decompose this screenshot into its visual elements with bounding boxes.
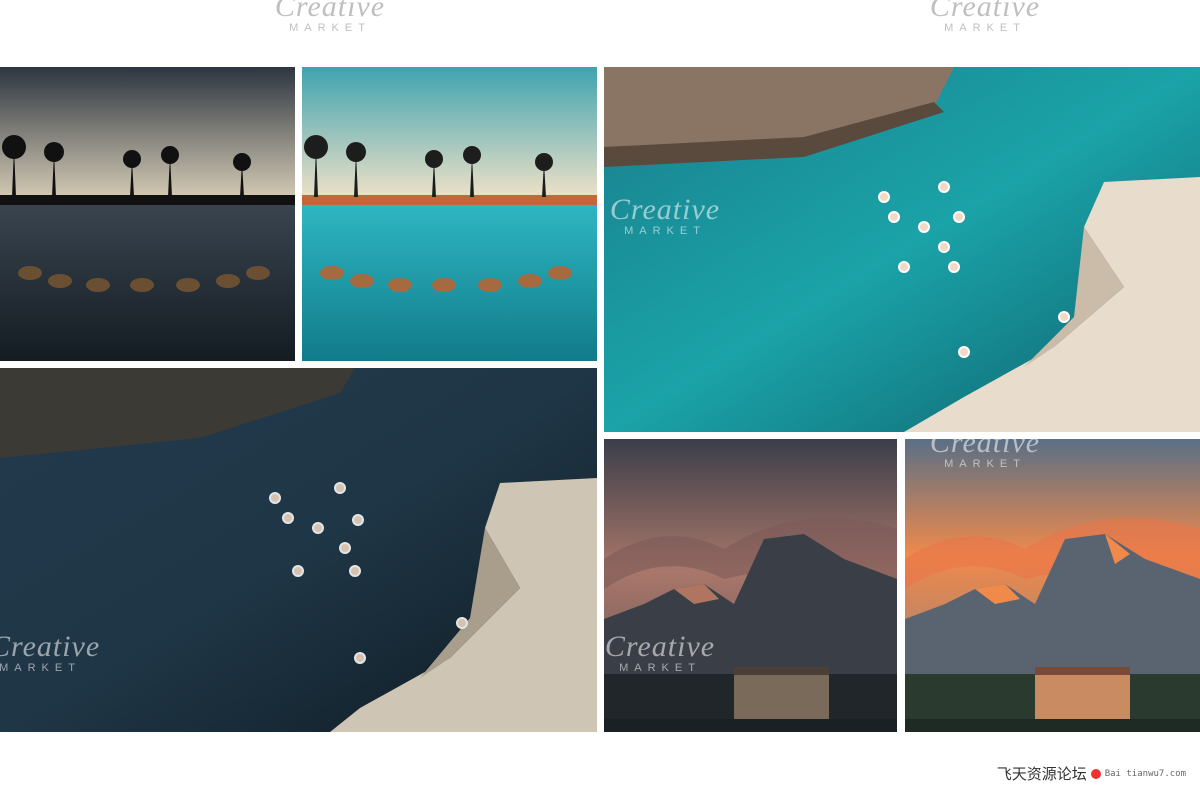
site-watermark-url: Bai tianwu7.com	[1104, 768, 1186, 779]
photo-swimmers-dark	[0, 368, 597, 732]
site-watermark: 飞天资源论坛 Bai tianwu7.com	[997, 763, 1186, 784]
photo-mountains-muted	[604, 439, 897, 732]
red-dot-icon	[1090, 768, 1101, 779]
site-watermark-name: 飞天资源论坛	[996, 765, 1087, 783]
photo-pool-dark	[0, 67, 295, 361]
watermark-top-left: Creative MARKET	[274, 0, 386, 34]
photo-mountains-vivid	[905, 439, 1200, 732]
photo-pool-teal	[302, 67, 597, 361]
photo-swimmers-teal	[604, 67, 1200, 432]
watermark-top-right: Creative MARKET	[929, 0, 1041, 34]
